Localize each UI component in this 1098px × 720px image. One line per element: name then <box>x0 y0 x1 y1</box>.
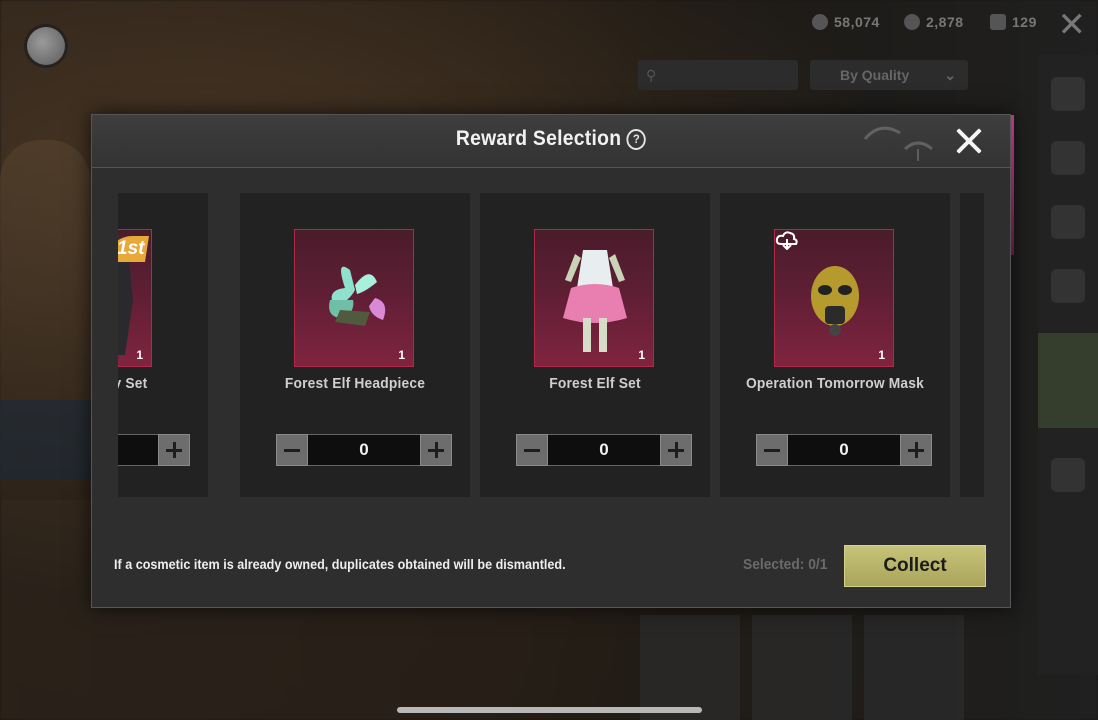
uc-currency: 2,878 <box>904 14 964 30</box>
dialog-title: Reward Selection? <box>129 127 974 151</box>
quantity-value: 0 <box>118 434 158 466</box>
quantity-stepper[interactable]: 0 <box>756 434 932 466</box>
home-indicator[interactable] <box>397 707 702 713</box>
item-name: ary Set <box>118 375 148 392</box>
background-grid-item <box>640 615 740 720</box>
cloud-download-icon <box>775 231 798 250</box>
background-search-input: ⚲ <box>638 60 798 90</box>
background-sort-select: By Quality ⌄ <box>810 60 968 90</box>
reward-carousel[interactable]: 1st 1 ary Set 0 1 Fore <box>118 193 984 497</box>
background-decoration <box>0 400 95 480</box>
reward-selection-dialog: Reward Selection? 1st 1 ary Set <box>91 114 1014 608</box>
dialog-title-text: Reward Selection <box>455 127 622 150</box>
item-quantity: 1 <box>398 348 405 362</box>
increment-button[interactable] <box>420 434 452 466</box>
quantity-stepper[interactable]: 0 <box>516 434 692 466</box>
decrement-button[interactable] <box>516 434 548 466</box>
gas-mask-icon <box>811 266 859 336</box>
reward-card[interactable]: 1 Operation Tomorrow Mask 0 <box>720 193 950 497</box>
help-icon[interactable]: ? <box>626 129 647 150</box>
collect-button[interactable]: Collect <box>844 545 986 587</box>
item-thumbnail[interactable]: 1 <box>534 229 654 367</box>
ticket-icon <box>990 14 1006 30</box>
item-name: Operation Tomorrow Mask <box>745 375 925 392</box>
uc-value: 2,878 <box>926 14 964 30</box>
quantity-stepper[interactable]: 0 <box>118 434 190 466</box>
increment-button[interactable] <box>158 434 190 466</box>
item-quantity: 1 <box>136 348 143 362</box>
parachute-decoration-icon <box>863 126 933 161</box>
rail-icon <box>1051 77 1085 111</box>
decrement-button[interactable] <box>276 434 308 466</box>
item-thumbnail[interactable]: 1st 1 <box>118 229 152 367</box>
item-name: Forest Elf Set <box>549 375 641 392</box>
close-button[interactable] <box>952 124 986 158</box>
decrement-button[interactable] <box>756 434 788 466</box>
bp-value: 58,074 <box>834 14 880 30</box>
rail-icon <box>1051 205 1085 239</box>
item-quantity: 1 <box>878 348 885 362</box>
item-thumbnail[interactable]: 1 <box>774 229 894 367</box>
selected-count: Selected: 0/1 <box>743 556 828 573</box>
quantity-stepper[interactable]: 0 <box>276 434 452 466</box>
background-grid-item <box>752 615 852 720</box>
bp-currency: 58,074 <box>812 14 880 30</box>
assistive-touch-button[interactable] <box>27 27 65 65</box>
ticket-value: 129 <box>1012 14 1037 30</box>
search-icon: ⚲ <box>646 66 657 83</box>
reward-card[interactable]: 1st 1 ary Set 0 <box>118 193 208 497</box>
butterfly-headpiece-icon <box>329 266 386 326</box>
sort-label: By Quality <box>840 67 910 83</box>
item-quantity: 1 <box>638 348 645 362</box>
reward-card[interactable]: 1 Forest Elf Set 0 <box>480 193 710 497</box>
dialog-header: Reward Selection? <box>92 115 1010 168</box>
dialog-edge-glow <box>1011 115 1014 255</box>
increment-button[interactable] <box>900 434 932 466</box>
rail-icon <box>1051 269 1085 303</box>
duplicate-notice: If a cosmetic item is already owned, dup… <box>114 556 566 572</box>
rail-icon-active <box>1038 333 1098 428</box>
item-name: Forest Elf Headpiece <box>284 375 426 392</box>
background-grid-item <box>864 615 964 720</box>
rail-icon <box>1051 141 1085 175</box>
reward-card[interactable]: 1 Forest Elf Headpiece 0 <box>240 193 470 497</box>
quantity-value: 0 <box>788 434 900 466</box>
background-close-icon: ✕ <box>1057 6 1087 44</box>
reward-card[interactable] <box>960 193 984 497</box>
bp-coin-icon <box>812 14 828 30</box>
quantity-value: 0 <box>548 434 660 466</box>
rail-icon <box>1051 458 1085 492</box>
ticket-currency: 129 <box>990 14 1037 30</box>
increment-button[interactable] <box>660 434 692 466</box>
uc-coin-icon <box>904 14 920 30</box>
rank-badge: 1st <box>118 238 145 259</box>
quantity-value: 0 <box>308 434 420 466</box>
background-side-rail <box>1038 55 1098 675</box>
elf-outfit-icon <box>563 250 627 352</box>
item-thumbnail[interactable]: 1 <box>294 229 414 367</box>
chevron-down-icon: ⌄ <box>944 66 956 83</box>
